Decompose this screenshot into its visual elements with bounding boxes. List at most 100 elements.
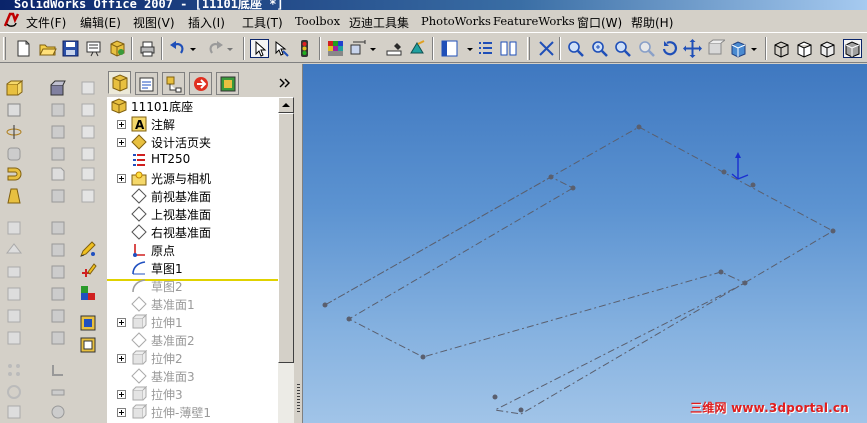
- menu-maidi-tools[interactable]: 迈迪工具集: [349, 14, 409, 31]
- redo-icon[interactable]: [206, 39, 225, 58]
- print-preview-icon[interactable]: [85, 39, 104, 58]
- graphics-area[interactable]: 三维网 www.3dportal.cn: [303, 64, 867, 423]
- tree-item-annotations[interactable]: A 注解: [107, 115, 279, 133]
- expand-toggle[interactable]: [117, 120, 126, 129]
- extrude-boss-icon[interactable]: [5, 79, 23, 97]
- zoom-area-icon[interactable]: [566, 39, 585, 58]
- point-tool-icon[interactable]: [79, 145, 97, 163]
- intersection-curve-icon[interactable]: [49, 263, 67, 281]
- panel-splitter[interactable]: [294, 64, 303, 423]
- hidden-lines-icon[interactable]: [795, 39, 814, 58]
- zoom-to-fit-icon[interactable]: [537, 39, 556, 58]
- loft-icon[interactable]: [5, 145, 23, 163]
- dimension-icon[interactable]: [349, 39, 368, 58]
- sketch-pencil-icon[interactable]: [79, 240, 97, 258]
- expand-toggle[interactable]: [117, 408, 126, 417]
- color-icon[interactable]: [326, 39, 345, 58]
- cut-revolve-icon[interactable]: [49, 101, 67, 119]
- expand-toggle[interactable]: [117, 318, 126, 327]
- print-icon[interactable]: [138, 39, 157, 58]
- tree-item-extrude1[interactable]: 拉伸1: [107, 313, 279, 331]
- display-tab[interactable]: [216, 72, 239, 95]
- menu-insert[interactable]: 插入(I): [188, 14, 225, 31]
- tree-item-top-plane[interactable]: 上视基准面: [107, 205, 279, 223]
- menu-window[interactable]: 窗口(W): [577, 14, 622, 31]
- tree-item-design-binder[interactable]: 设计活页夹: [107, 133, 279, 151]
- tree-item-sketch1[interactable]: 草图1: [107, 259, 279, 277]
- plane-tool-icon[interactable]: [79, 79, 97, 97]
- tile-icon[interactable]: [499, 39, 518, 58]
- fillet-icon[interactable]: [5, 165, 23, 183]
- sweep-icon[interactable]: [5, 123, 23, 141]
- draft-icon[interactable]: [5, 187, 23, 205]
- scroll-up-button[interactable]: [278, 97, 294, 113]
- dimxpert-tab[interactable]: [189, 72, 212, 95]
- tree-item-extrude2[interactable]: 拉伸2: [107, 349, 279, 367]
- linear-pattern-icon[interactable]: [5, 361, 23, 379]
- menu-help[interactable]: 帮助(H): [631, 14, 673, 31]
- redo-dropdown-icon[interactable]: [226, 39, 235, 58]
- tree-item-plane1[interactable]: 基准面1: [107, 295, 279, 313]
- tree-item-extrude3[interactable]: 拉伸3: [107, 385, 279, 403]
- rib-icon[interactable]: [5, 241, 23, 259]
- chamfer-edge-icon[interactable]: [49, 187, 67, 205]
- split-line-icon[interactable]: [49, 219, 67, 237]
- section-icon[interactable]: [706, 39, 725, 58]
- property-manager-tab[interactable]: [135, 72, 158, 95]
- menu-photoworks[interactable]: PhotoWorks: [421, 14, 491, 28]
- previous-view-icon[interactable]: [637, 39, 656, 58]
- scale-icon[interactable]: [49, 285, 67, 303]
- menu-edit[interactable]: 编辑(E): [80, 14, 121, 31]
- add-relation-icon[interactable]: [79, 284, 97, 302]
- chamfer-icon[interactable]: [49, 165, 67, 183]
- revolve-boss-icon[interactable]: [5, 101, 23, 119]
- list-icon[interactable]: [476, 39, 495, 58]
- undo-icon[interactable]: [168, 39, 187, 58]
- expand-panel-icon[interactable]: [278, 76, 292, 90]
- menu-file[interactable]: 文件(F): [26, 14, 66, 31]
- tree-root-part[interactable]: 11101底座: [107, 97, 279, 115]
- sketch-settings-icon[interactable]: [79, 336, 97, 354]
- cut-loft-icon[interactable]: [49, 145, 67, 163]
- mirror-icon[interactable]: [5, 307, 23, 325]
- zoom-in-out-icon[interactable]: [590, 39, 609, 58]
- curve-icon[interactable]: [49, 241, 67, 259]
- sketch-tool-icon[interactable]: [79, 187, 97, 205]
- dimension-dropdown-icon[interactable]: [369, 39, 378, 58]
- shell-icon[interactable]: [5, 219, 23, 237]
- cut-extrude-icon[interactable]: [49, 79, 67, 97]
- splitter-handle[interactable]: [297, 384, 300, 414]
- toolbar-grip[interactable]: [3, 37, 6, 60]
- save-icon[interactable]: [61, 39, 80, 58]
- expand-toggle[interactable]: [117, 138, 126, 147]
- view-dropdown-icon[interactable]: [466, 39, 475, 58]
- properties-icon[interactable]: [108, 39, 127, 58]
- combine-icon[interactable]: [49, 329, 67, 347]
- cut-sweep-icon[interactable]: [49, 123, 67, 141]
- menu-featureworks[interactable]: FeatureWorks: [493, 14, 575, 28]
- hidden-lines-removed-icon[interactable]: [818, 39, 837, 58]
- menu-toolbox[interactable]: Toolbox: [295, 14, 340, 28]
- tree-item-right-plane[interactable]: 右视基准面: [107, 223, 279, 241]
- wireframe-icon[interactable]: [772, 39, 791, 58]
- instant-3d-icon[interactable]: [79, 314, 97, 332]
- pan-icon[interactable]: [683, 39, 702, 58]
- view-panel-icon[interactable]: [440, 39, 459, 58]
- tree-item-lights-camera[interactable]: 光源与相机: [107, 169, 279, 187]
- tree-item-front-plane[interactable]: 前视基准面: [107, 187, 279, 205]
- solidworks-logo-icon[interactable]: [3, 12, 20, 29]
- tree-item-origin[interactable]: 原点: [107, 241, 279, 259]
- view-orientation-dropdown-icon[interactable]: [750, 39, 759, 58]
- move-face-icon[interactable]: [49, 307, 67, 325]
- view-orientation-icon[interactable]: [729, 39, 748, 58]
- tree-item-plane2[interactable]: 基准面2: [107, 331, 279, 349]
- select-filter-icon[interactable]: [272, 39, 291, 58]
- offset-surface-icon[interactable]: [49, 383, 67, 401]
- tree-scrollbar[interactable]: [278, 97, 294, 423]
- tree-item-thin-extrude1[interactable]: 拉伸-薄壁1: [107, 403, 279, 421]
- new-document-icon[interactable]: [14, 39, 33, 58]
- tree-item-plane3[interactable]: 基准面3: [107, 367, 279, 385]
- configuration-tab[interactable]: [162, 72, 185, 95]
- scroll-thumb[interactable]: [278, 113, 294, 363]
- wrap-icon[interactable]: [5, 263, 23, 281]
